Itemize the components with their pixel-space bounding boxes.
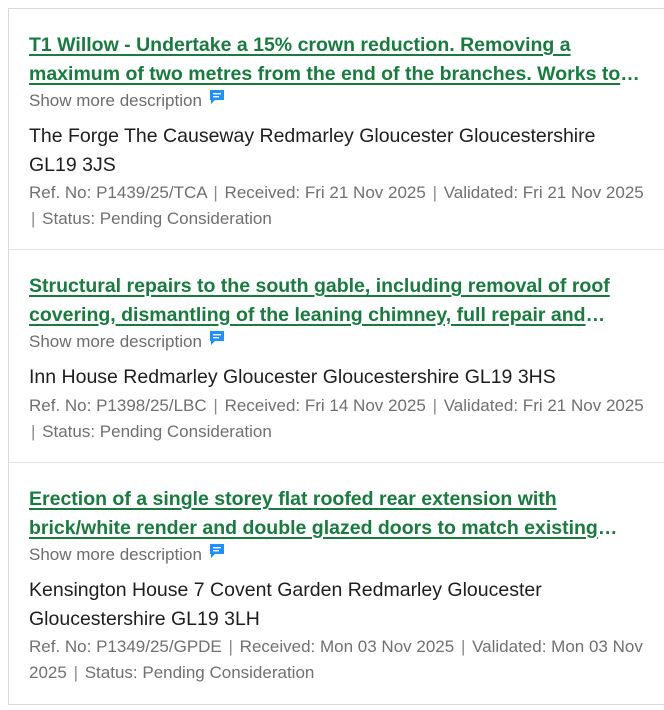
received-date: Received: Mon 03 Nov 2025	[239, 637, 455, 656]
list-item: Structural repairs to the south gable, i…	[9, 250, 664, 463]
meta-separator: |	[31, 209, 36, 228]
reference-number: Ref. No: P1439/25/TCA	[29, 183, 207, 202]
meta-separator: |	[228, 637, 233, 656]
show-more-label: Show more description	[29, 332, 202, 351]
list-item: T1 Willow - Undertake a 15% crown reduct…	[9, 9, 664, 250]
comment-icon	[209, 543, 225, 559]
reference-number: Ref. No: P1349/25/GPDE	[29, 637, 222, 656]
meta-separator: |	[460, 637, 466, 656]
application-meta: Ref. No: P1349/25/GPDE | Received: Mon 0…	[29, 634, 648, 686]
site-address: Kensington House 7 Covent Garden Redmarl…	[29, 579, 542, 630]
meta-separator: |	[432, 183, 437, 202]
show-more-description-button[interactable]: Show more description	[29, 329, 225, 354]
validated-date: Validated: Fri 21 Nov 2025	[443, 183, 644, 202]
site-address: Inn House Redmarley Gloucester Glouceste…	[29, 366, 556, 388]
application-title-link[interactable]: T1 Willow - Undertake a 15% crown reduct…	[29, 31, 648, 88]
show-more-description-button[interactable]: Show more description	[29, 88, 225, 113]
status-text: Status: Pending Consideration	[42, 421, 272, 441]
meta-separator: |	[213, 183, 218, 202]
received-date: Received: Fri 21 Nov 2025	[224, 183, 426, 202]
show-more-label: Show more description	[29, 545, 202, 564]
applications-list: T1 Willow - Undertake a 15% crown reduct…	[8, 8, 664, 705]
status-text: Status: Pending Consideration	[84, 663, 315, 682]
list-item: Erection of a single storey flat roofed …	[9, 463, 664, 704]
application-title-link[interactable]: Erection of a single storey flat roofed …	[29, 485, 648, 542]
show-more-description-button[interactable]: Show more description	[29, 542, 225, 567]
status-text: Status: Pending Consideration	[42, 209, 272, 228]
received-date: Received: Fri 14 Nov 2025	[224, 395, 426, 415]
meta-separator: |	[31, 421, 36, 441]
comment-icon	[209, 89, 225, 105]
application-meta: Ref. No: P1398/25/LBC | Received: Fri 14…	[29, 393, 648, 445]
reference-number: Ref. No: P1398/25/LBC	[29, 395, 207, 415]
validated-date: Validated: Fri 21 Nov 2025	[443, 395, 644, 415]
meta-separator: |	[73, 663, 78, 682]
meta-separator: |	[432, 395, 437, 415]
site-address: The Forge The Causeway Redmarley Glouces…	[29, 125, 596, 176]
application-meta: Ref. No: P1439/25/TCA | Received: Fri 21…	[29, 180, 648, 232]
application-title-link[interactable]: Structural repairs to the south gable, i…	[29, 272, 648, 329]
comment-icon	[209, 330, 225, 346]
meta-separator: |	[213, 395, 218, 415]
show-more-label: Show more description	[29, 91, 202, 110]
